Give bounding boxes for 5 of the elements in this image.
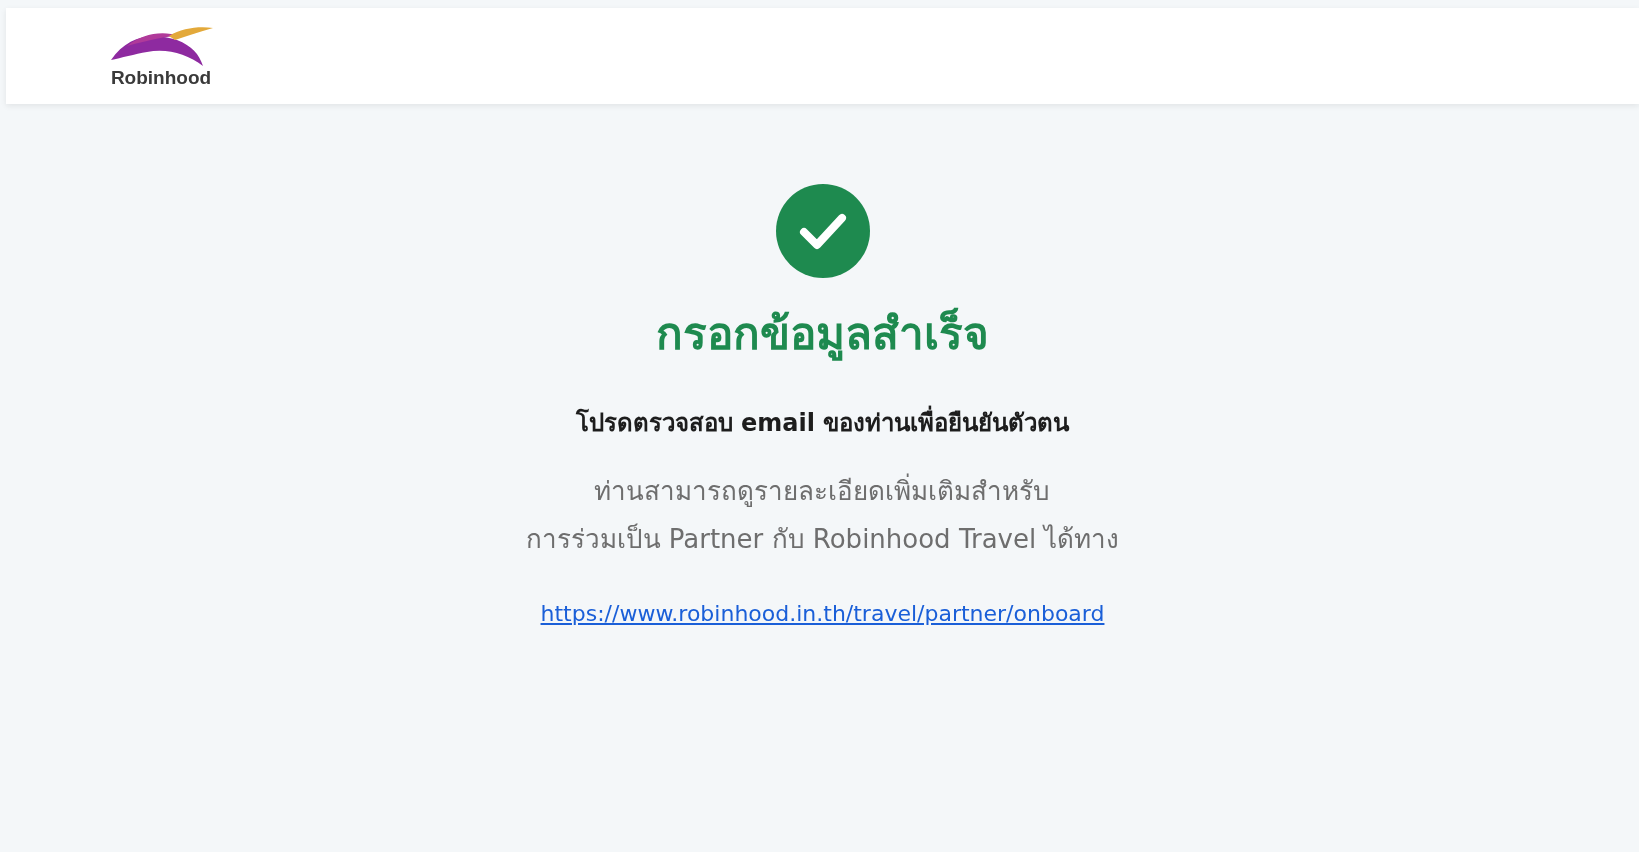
onboard-link[interactable]: https://www.robinhood.in.th/travel/partner/onboard [540, 596, 1105, 630]
logo-text: Robinhood [110, 67, 212, 87]
success-title: กรอกข้อมูลสำเร็จ [656, 308, 989, 361]
subtitle: โปรดตรวจสอบ email ของท่านเพื่อยืนยันตัวตน [575, 404, 1070, 441]
description: ท่านสามารถดูรายละเอียดเพิ่มเติมสำหรับ การร่วมเป็น Partner กับ Robinhood Travel ได้ทาง [525, 472, 1120, 556]
